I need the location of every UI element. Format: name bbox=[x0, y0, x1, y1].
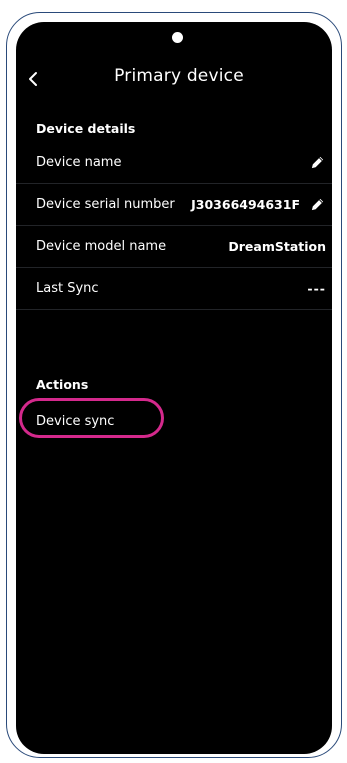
last-sync-label: Last Sync bbox=[36, 281, 99, 296]
pencil-icon bbox=[311, 156, 323, 169]
app-screen: Primary device Device details Device nam… bbox=[16, 22, 332, 754]
device-name-label: Device name bbox=[36, 155, 122, 170]
page-title: Primary device bbox=[114, 66, 244, 86]
last-sync-value: --- bbox=[307, 281, 326, 296]
edit-serial-number-icon[interactable] bbox=[308, 196, 326, 214]
device-sync-button[interactable]: Device sync bbox=[36, 414, 114, 429]
camera-dot bbox=[172, 32, 183, 43]
device-model-label: Device model name bbox=[36, 239, 167, 254]
edit-device-name-icon[interactable] bbox=[308, 154, 326, 172]
device-model-value: DreamStation bbox=[228, 239, 326, 254]
pencil-icon bbox=[311, 198, 323, 211]
device-serial-label: Device serial number bbox=[36, 197, 175, 212]
device-name-row[interactable]: Device name bbox=[16, 142, 332, 184]
device-details-heading: Device details bbox=[36, 121, 136, 136]
last-sync-row: Last Sync --- bbox=[16, 268, 332, 310]
actions-heading: Actions bbox=[36, 377, 89, 392]
device-model-row: Device model name DreamStation bbox=[16, 226, 332, 268]
device-serial-value: J30366494631F bbox=[191, 197, 300, 212]
device-serial-row[interactable]: Device serial number J30366494631F bbox=[16, 184, 332, 226]
